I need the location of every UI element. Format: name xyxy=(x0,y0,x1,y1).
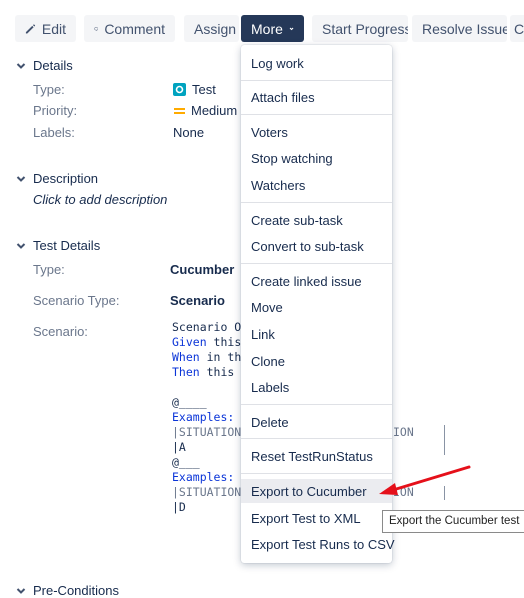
code-tag: @___ xyxy=(172,455,200,469)
priority-value: Medium xyxy=(173,103,237,118)
menu-item-attach-files[interactable]: Attach files xyxy=(241,85,392,109)
edit-label: Edit xyxy=(41,20,66,37)
code-tag: @____ xyxy=(172,395,207,409)
menu-item-create-sub-task[interactable]: Create sub-task xyxy=(241,208,392,232)
code-examples-keyword: Examples: xyxy=(172,470,235,484)
export-cucumber-tooltip: Export the Cucumber test xyxy=(382,510,524,533)
code-line-given: this xyxy=(206,335,242,349)
chevron-down-icon xyxy=(16,62,26,69)
comment-label: Comment xyxy=(104,20,165,37)
close-issue-button[interactable]: Cl xyxy=(510,15,524,42)
menu-item-create-linked-issue[interactable]: Create linked issue xyxy=(241,269,392,293)
code-table-header-tail: ION xyxy=(393,425,414,439)
description-placeholder[interactable]: Click to add description xyxy=(33,192,167,207)
annotation-arrow-icon xyxy=(379,465,471,495)
code-line-then: this xyxy=(199,365,235,379)
code-table-row: |A xyxy=(172,440,186,454)
menu-item-export-test-runs-to-csv[interactable]: Export Test Runs to CSV xyxy=(241,532,395,556)
chevron-down-icon xyxy=(16,587,26,594)
menu-item-delete[interactable]: Delete xyxy=(241,410,392,434)
test-issue-type-icon xyxy=(173,83,186,96)
start-progress-button[interactable]: Start Progress xyxy=(312,15,408,42)
scenario-type-value[interactable]: Scenario xyxy=(170,293,225,308)
code-keyword-then: Then xyxy=(172,365,200,379)
menu-item-link[interactable]: Link xyxy=(241,322,392,346)
code-line-when: in th xyxy=(199,350,242,364)
menu-item-export-to-cucumber[interactable]: Export to Cucumber xyxy=(241,479,392,503)
priority-medium-icon xyxy=(174,107,185,114)
menu-divider xyxy=(241,473,392,474)
test-type-label: Type: xyxy=(33,262,65,277)
description-section-toggle[interactable]: Description xyxy=(15,171,98,186)
test-details-section-toggle[interactable]: Test Details xyxy=(15,238,100,253)
scenario-label: Scenario: xyxy=(33,324,88,339)
menu-item-watchers[interactable]: Watchers xyxy=(241,173,392,197)
scenario-type-label: Scenario Type: xyxy=(33,293,120,308)
pre-conditions-title: Pre-Conditions xyxy=(33,583,119,598)
more-dropdown-menu: Log work Attach files Voters Stop watchi… xyxy=(241,45,395,563)
menu-divider xyxy=(241,202,392,203)
menu-divider xyxy=(241,114,392,115)
menu-divider xyxy=(241,80,392,81)
close-issue-label: Cl xyxy=(514,20,524,37)
priority-value-text: Medium xyxy=(191,103,238,118)
code-table-border xyxy=(444,425,445,455)
labels-label: Labels: xyxy=(33,125,75,140)
chevron-down-icon xyxy=(289,27,294,30)
pencil-icon xyxy=(25,23,36,34)
resolve-issue-label: Resolve Issue xyxy=(422,20,507,37)
menu-divider xyxy=(241,438,392,439)
priority-label: Priority: xyxy=(33,103,78,118)
menu-item-clone[interactable]: Clone xyxy=(241,349,392,373)
more-label: More xyxy=(251,20,283,37)
edit-button[interactable]: Edit xyxy=(15,15,76,42)
chevron-down-icon xyxy=(16,242,26,249)
description-title: Description xyxy=(33,171,99,186)
pre-conditions-section-toggle[interactable]: Pre-Conditions xyxy=(15,583,119,598)
code-examples-keyword: Examples: xyxy=(172,410,235,424)
code-keyword-when: When xyxy=(172,350,200,364)
code-table-header: |SITUATION xyxy=(172,485,242,499)
assign-label: Assign xyxy=(194,20,237,37)
code-table-row: |D xyxy=(172,500,186,514)
more-button[interactable]: More xyxy=(241,15,304,42)
chevron-down-icon xyxy=(16,175,26,182)
menu-item-log-work[interactable]: Log work xyxy=(241,51,392,75)
menu-item-convert-to-sub-task[interactable]: Convert to sub-task xyxy=(241,234,392,258)
details-section-toggle[interactable]: Details xyxy=(15,58,73,73)
code-line-scenario: Scenario O xyxy=(172,320,242,334)
comment-icon xyxy=(94,26,99,31)
menu-divider xyxy=(241,404,392,405)
menu-item-labels[interactable]: Labels xyxy=(241,375,392,399)
test-type-value[interactable]: Cucumber xyxy=(170,262,234,277)
menu-item-reset-testrunstatus[interactable]: Reset TestRunStatus xyxy=(241,444,392,468)
assign-button[interactable]: Assign xyxy=(184,15,239,42)
resolve-issue-button[interactable]: Resolve Issue xyxy=(412,15,507,42)
menu-item-move[interactable]: Move xyxy=(241,295,392,319)
labels-value[interactable]: None xyxy=(173,125,204,140)
test-details-title: Test Details xyxy=(33,238,101,253)
code-table-header: |SITUATION xyxy=(172,425,242,439)
menu-item-export-test-to-xml[interactable]: Export Test to XML xyxy=(241,506,392,530)
details-title: Details xyxy=(33,58,73,73)
type-value-text: Test xyxy=(192,82,216,97)
type-value: Test xyxy=(173,82,216,97)
menu-item-voters[interactable]: Voters xyxy=(241,120,392,144)
code-keyword-given: Given xyxy=(172,335,207,349)
menu-item-stop-watching[interactable]: Stop watching xyxy=(241,146,392,170)
start-progress-label: Start Progress xyxy=(322,20,408,37)
menu-divider xyxy=(241,263,392,264)
scenario-code-block[interactable]: Scenario O Given this When in th Then th… xyxy=(172,320,241,515)
type-label: Type: xyxy=(33,82,65,97)
comment-button[interactable]: Comment xyxy=(84,15,175,42)
